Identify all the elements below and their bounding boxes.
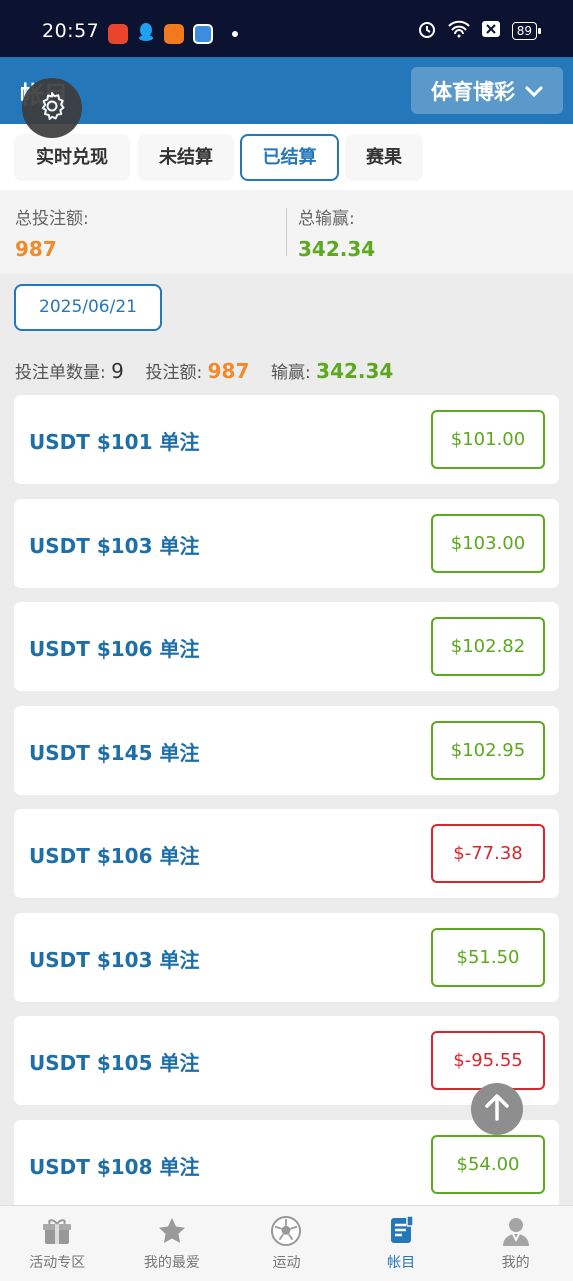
gear-icon <box>36 90 68 126</box>
total-winloss-label: 总输赢: <box>298 209 355 229</box>
category-dropdown[interactable]: 体育博彩 <box>411 67 563 114</box>
settings-gear-button[interactable] <box>22 78 82 138</box>
date-filter-button[interactable]: 2025/06/21 <box>14 284 162 331</box>
arrow-up-icon <box>484 1093 510 1125</box>
scroll-to-top-button[interactable] <box>471 1083 523 1135</box>
ledger-icon <box>385 1214 417 1248</box>
bet-count-label: 投注单数量: <box>15 363 106 383</box>
wifi-icon <box>448 20 470 42</box>
nav-label: 我的 <box>501 1255 530 1271</box>
bet-card[interactable]: USDT $103 单注 $103.00 <box>14 498 559 588</box>
bet-card[interactable]: USDT $106 单注 $-77.38 <box>14 809 559 898</box>
summary-panel: 总投注额: 987 总输赢: 342.34 <box>0 190 573 274</box>
nav-item-promotions[interactable]: 活动专区 <box>0 1206 115 1281</box>
status-bar: 20:57 89 <box>0 0 573 57</box>
bet-card[interactable]: USDT $145 单注 $102.95 <box>14 705 559 795</box>
bet-card[interactable]: USDT $103 单注 $51.50 <box>14 912 559 1002</box>
total-winloss-value: 342.34 <box>298 237 376 261</box>
bet-title: USDT $101 单注 <box>29 430 200 454</box>
bet-result-amount: $101.00 <box>431 410 545 469</box>
nav-label: 我的最爱 <box>143 1255 200 1271</box>
total-bet-value: 987 <box>15 237 57 261</box>
bet-title: USDT $106 单注 <box>29 844 200 868</box>
bet-amount-value: 987 <box>207 359 250 383</box>
more-notifications-icon <box>232 31 238 37</box>
bet-result-amount: $102.95 <box>431 720 545 780</box>
bet-title: USDT $105 单注 <box>29 1051 200 1075</box>
category-dropdown-label: 体育博彩 <box>431 79 515 104</box>
status-time: 20:57 <box>42 20 100 42</box>
bet-result-amount: $51.50 <box>431 927 545 987</box>
gift-icon <box>42 1214 72 1248</box>
nav-label: 帐目 <box>387 1255 416 1271</box>
bet-count-value: 9 <box>111 359 124 383</box>
tab-settled[interactable]: 已结算 <box>240 134 339 181</box>
app-notification-icon <box>108 24 128 44</box>
winloss-value: 342.34 <box>316 359 394 383</box>
bet-result-amount: $-77.38 <box>431 824 545 883</box>
soccer-ball-icon <box>270 1214 302 1248</box>
bet-title: USDT $103 单注 <box>29 947 200 972</box>
bet-title: USDT $103 单注 <box>29 533 200 558</box>
bet-result-amount: $-95.55 <box>431 1031 545 1090</box>
total-winloss-summary: 总输赢: 342.34 <box>298 204 375 261</box>
bet-result-amount: $102.82 <box>431 617 545 676</box>
total-bet-summary: 总投注额: 987 <box>15 204 89 261</box>
tab-results[interactable]: 赛果 <box>345 134 423 181</box>
bet-title: USDT $108 单注 <box>29 1154 200 1179</box>
notification-icons <box>108 22 238 46</box>
bet-card[interactable]: USDT $106 单注 $102.82 <box>14 602 559 691</box>
sim-off-icon <box>481 21 500 41</box>
tab-bar: 实时兑现 未结算 已结算 赛果 <box>0 124 573 190</box>
system-icons: 89 <box>418 20 542 42</box>
nav-label: 运动 <box>272 1255 301 1271</box>
bottom-navigation: 活动专区 我的最爱 运动 帐目 我的 <box>0 1205 573 1281</box>
bet-stats: 投注单数量: 9 投注额: 987 输赢: 342.34 <box>15 358 393 383</box>
bet-amount-label: 投注额: <box>145 363 203 383</box>
nav-item-account[interactable]: 帐目 <box>344 1206 459 1281</box>
nav-item-profile[interactable]: 我的 <box>458 1206 573 1281</box>
star-icon <box>157 1214 187 1248</box>
app-notification-icon <box>164 24 184 44</box>
bet-result-amount: $54.00 <box>431 1134 545 1194</box>
chevron-down-icon <box>525 79 543 103</box>
total-bet-label: 总投注额: <box>15 209 89 229</box>
bet-result-amount: $103.00 <box>431 513 545 573</box>
alarm-icon <box>418 20 436 42</box>
battery-indicator: 89 <box>511 22 542 40</box>
browser-icon <box>193 24 213 44</box>
bet-title: USDT $106 单注 <box>29 637 200 661</box>
winloss-label: 输赢: <box>271 363 311 383</box>
bet-card[interactable]: USDT $108 单注 $54.00 <box>14 1119 559 1209</box>
nav-item-favorites[interactable]: 我的最爱 <box>115 1206 230 1281</box>
app-header: 帐目 体育博彩 <box>0 57 573 124</box>
nav-label: 活动专区 <box>29 1255 86 1271</box>
summary-divider <box>286 208 287 256</box>
nav-item-sports[interactable]: 运动 <box>229 1206 344 1281</box>
bet-title: USDT $145 单注 <box>29 740 200 765</box>
tab-live-cashout[interactable]: 实时兑现 <box>14 134 130 181</box>
qq-icon <box>137 22 155 46</box>
user-icon <box>501 1214 531 1248</box>
tab-unsettled[interactable]: 未结算 <box>138 134 234 181</box>
bet-card[interactable]: USDT $101 单注 $101.00 <box>14 395 559 484</box>
